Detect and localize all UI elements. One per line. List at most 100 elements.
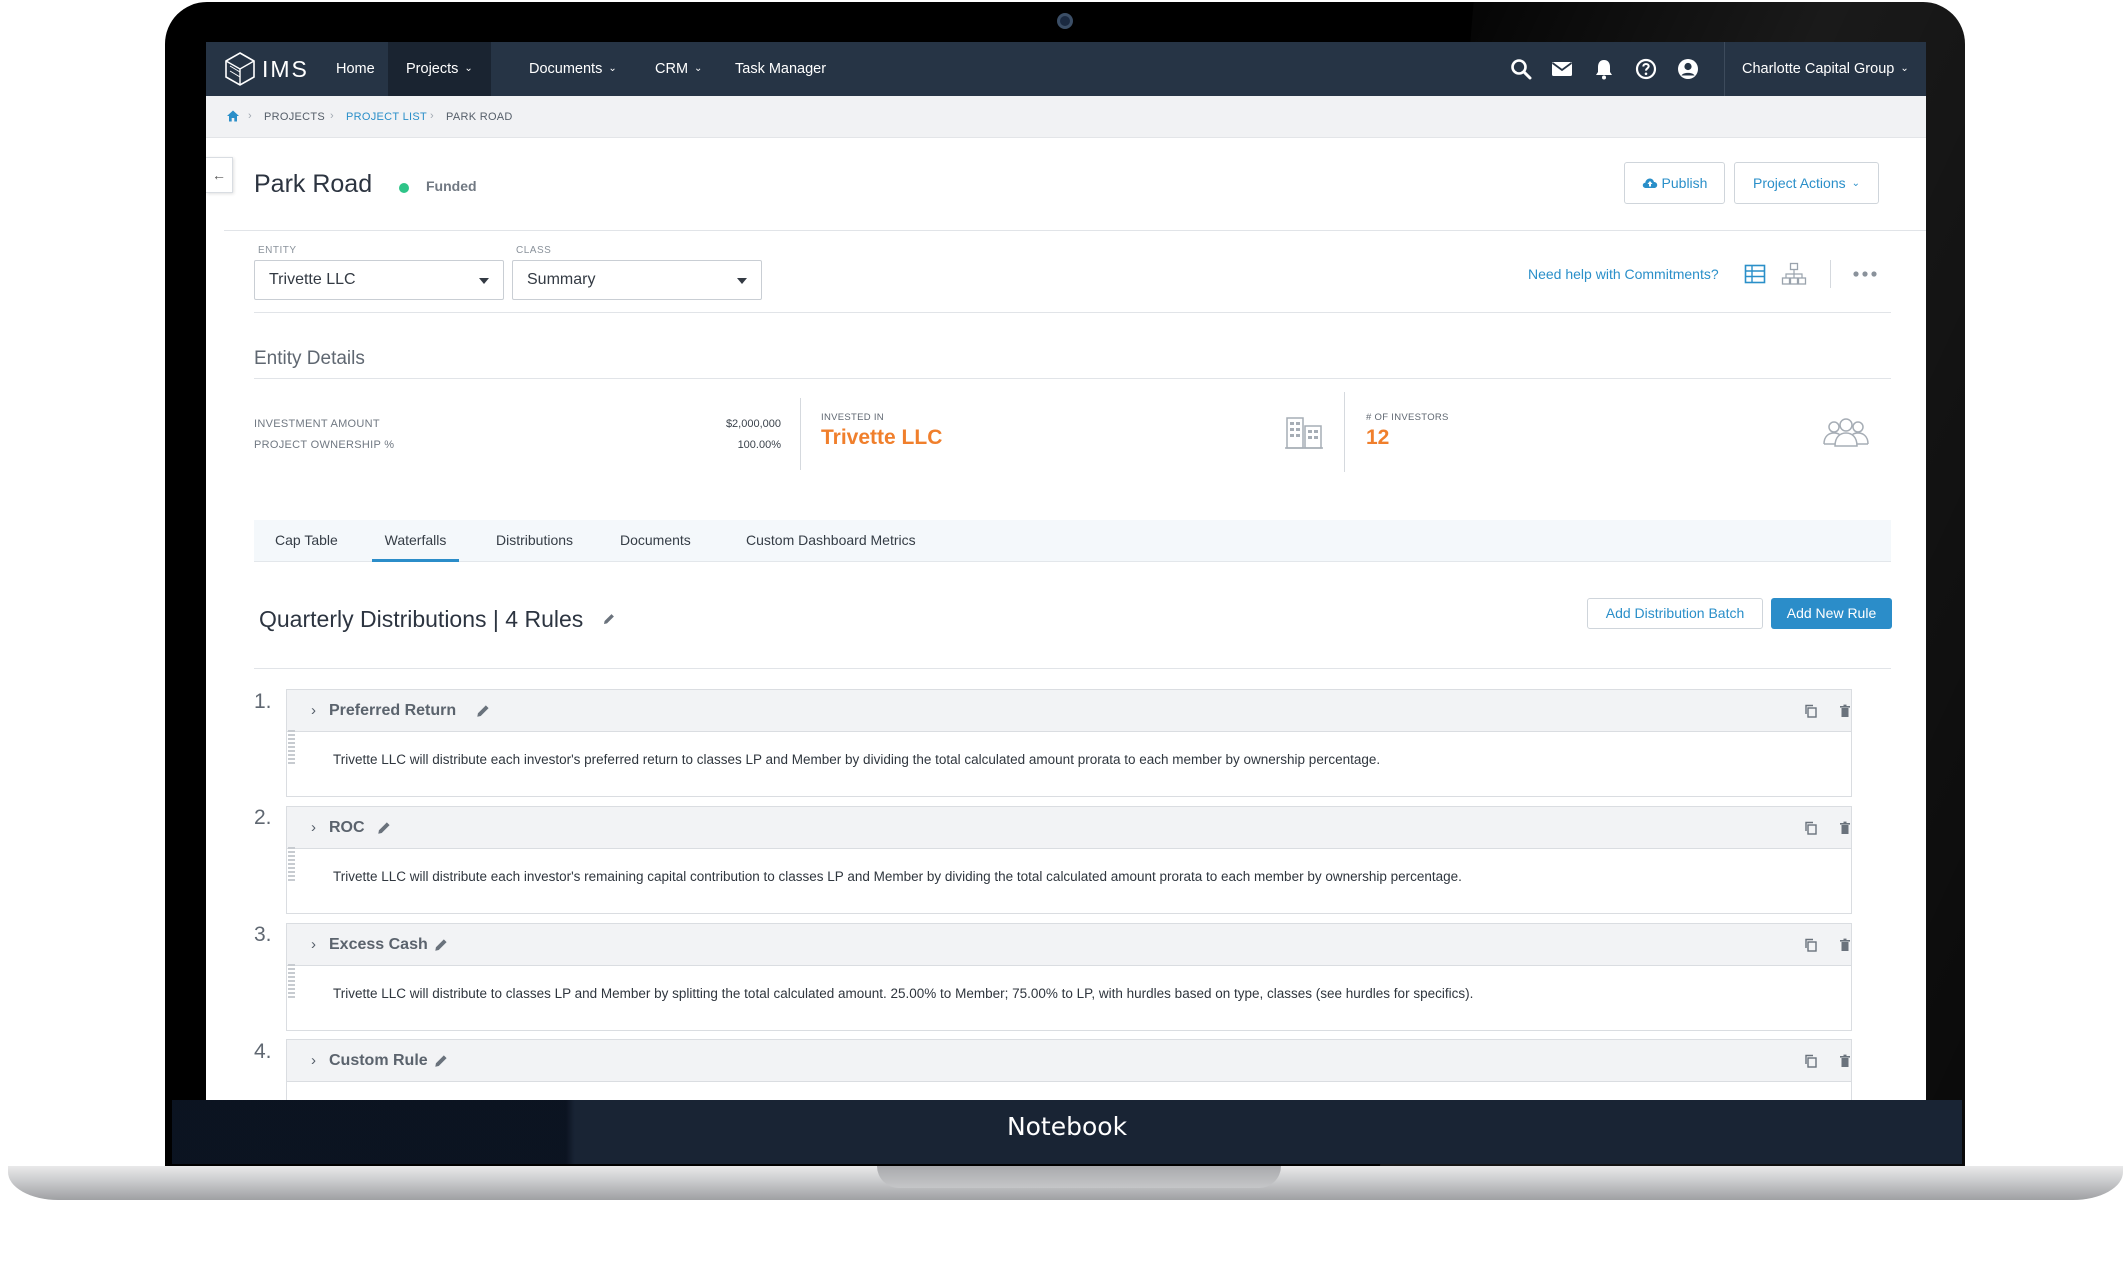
add-distribution-batch-button[interactable]: Add Distribution Batch xyxy=(1587,598,1763,629)
investors-label: # OF INVESTORS xyxy=(1366,412,1449,423)
rule-number: 1. xyxy=(254,690,272,713)
copy-icon[interactable] xyxy=(1803,820,1819,836)
distributions-title: Quarterly Distributions | 4 Rules xyxy=(259,606,616,633)
help-icon[interactable] xyxy=(1634,57,1658,81)
mail-icon[interactable] xyxy=(1550,57,1574,81)
pencil-icon[interactable] xyxy=(433,937,449,953)
page-title: Park Road xyxy=(254,170,373,198)
rule-header[interactable]: › Custom Rule xyxy=(287,1040,1851,1082)
nav-task-manager[interactable]: Task Manager xyxy=(717,42,844,96)
app-logo[interactable]: IMS xyxy=(224,50,314,88)
publish-button[interactable]: Publish xyxy=(1624,162,1725,204)
cube-logo-icon xyxy=(225,52,255,86)
tab-documents[interactable]: Documents xyxy=(620,520,691,562)
rule-header[interactable]: › ROC xyxy=(287,807,1851,849)
breadcrumb-project-list[interactable]: PROJECT LIST xyxy=(346,111,427,123)
tab-distributions[interactable]: Distributions xyxy=(496,520,573,562)
nav-crm-label: CRM xyxy=(655,61,689,77)
rule-name: Preferred Return xyxy=(329,702,457,719)
breadcrumb-projects[interactable]: PROJECTS xyxy=(264,111,325,123)
pencil-icon[interactable] xyxy=(376,820,392,836)
tab-label: Cap Table xyxy=(275,532,338,548)
buildings-icon xyxy=(1285,417,1323,449)
top-navbar: IMS Home Projects ⌄ Documents ⌄ CRM ⌄ Task … xyxy=(206,42,1926,96)
project-tabs: Cap Table Waterfalls Distributions Docum… xyxy=(254,520,1891,562)
drag-handle[interactable] xyxy=(288,847,295,881)
org-chart-icon[interactable] xyxy=(1781,262,1807,286)
nav-home-label: Home xyxy=(336,61,375,77)
rule-name: Custom Rule xyxy=(329,1052,428,1069)
entity-label: ENTITY xyxy=(258,245,297,256)
rule-card-custom-rule: › Custom Rule xyxy=(286,1039,1852,1100)
investors-value[interactable]: 12 xyxy=(1366,426,1389,450)
distributions-divider xyxy=(254,668,1891,669)
tab-label: Distributions xyxy=(496,532,574,548)
rule-description: Trivette LLC will distribute each invest… xyxy=(333,869,1462,884)
trash-icon[interactable] xyxy=(1837,1053,1853,1069)
table-view-icon[interactable] xyxy=(1744,264,1766,284)
entity-select[interactable]: Trivette LLC xyxy=(254,260,504,300)
rule-name: Excess Cash xyxy=(329,936,428,953)
chevron-down-icon: ⌄ xyxy=(1900,63,1909,74)
commitments-help-link[interactable]: Need help with Commitments? xyxy=(1528,266,1719,282)
filters-divider xyxy=(254,312,1891,313)
chevron-right-icon[interactable]: › xyxy=(311,1052,316,1069)
trash-icon[interactable] xyxy=(1837,937,1853,953)
more-options-icon[interactable] xyxy=(1852,270,1878,278)
ownership-label: PROJECT OWNERSHIP % xyxy=(254,439,395,451)
app-screen: IMS Home Projects ⌄ Documents ⌄ CRM ⌄ Task … xyxy=(206,42,1926,1100)
ownership-value: 100.00% xyxy=(737,439,781,451)
header-divider xyxy=(224,230,1926,231)
caret-down-icon xyxy=(479,278,489,284)
tab-cap-table[interactable]: Cap Table xyxy=(275,520,338,562)
nav-task-manager-label: Task Manager xyxy=(735,61,827,77)
add-new-rule-button[interactable]: Add New Rule xyxy=(1771,598,1892,629)
nav-projects[interactable]: Projects ⌄ xyxy=(388,42,491,96)
investment-amount-label: INVESTMENT AMOUNT xyxy=(254,418,380,430)
rule-card-excess-cash: › Excess Cash Trivette LLC will distribu… xyxy=(286,923,1852,1031)
pencil-icon[interactable] xyxy=(602,612,616,626)
drag-handle[interactable] xyxy=(288,730,295,764)
copy-icon[interactable] xyxy=(1803,1053,1819,1069)
chevron-right-icon[interactable]: › xyxy=(311,819,316,836)
back-button[interactable]: ← xyxy=(206,157,233,193)
arrow-left-icon: ← xyxy=(212,167,226,183)
nav-home[interactable]: Home xyxy=(318,42,393,96)
project-actions-button[interactable]: Project Actions ⌄ xyxy=(1734,162,1879,204)
chevron-down-icon: ⌄ xyxy=(464,63,473,74)
pencil-icon[interactable] xyxy=(433,1053,449,1069)
class-value: Summary xyxy=(527,271,596,288)
nav-crm[interactable]: CRM ⌄ xyxy=(637,42,720,96)
copy-icon[interactable] xyxy=(1803,937,1819,953)
copy-icon[interactable] xyxy=(1803,703,1819,719)
breadcrumb-separator: › xyxy=(430,110,434,122)
rule-header[interactable]: › Excess Cash xyxy=(287,924,1851,966)
rule-card-roc: › ROC Trivette LLC will distribute each … xyxy=(286,806,1852,914)
breadcrumb-park-road: PARK ROAD xyxy=(446,111,513,123)
rule-number: 2. xyxy=(254,806,272,829)
user-icon[interactable] xyxy=(1676,57,1700,81)
nav-separator xyxy=(1724,42,1725,96)
chevron-down-icon: ⌄ xyxy=(608,63,617,74)
chevron-right-icon[interactable]: › xyxy=(311,702,316,719)
pencil-icon[interactable] xyxy=(475,703,491,719)
class-label: CLASS xyxy=(516,245,552,256)
investment-amount-value: $2,000,000 xyxy=(725,418,781,430)
chevron-down-icon: ⌄ xyxy=(1851,178,1860,189)
tab-custom-dashboard-metrics[interactable]: Custom Dashboard Metrics xyxy=(746,520,916,562)
nav-documents[interactable]: Documents ⌄ xyxy=(511,42,635,96)
home-icon[interactable] xyxy=(226,109,240,123)
bell-icon[interactable] xyxy=(1592,57,1616,81)
class-select[interactable]: Summary xyxy=(512,260,762,300)
toolbar-separator xyxy=(1830,260,1831,288)
trash-icon[interactable] xyxy=(1837,703,1853,719)
tab-waterfalls[interactable]: Waterfalls xyxy=(372,520,459,562)
invested-in-value[interactable]: Trivette LLC xyxy=(821,426,942,450)
rule-header[interactable]: › Preferred Return xyxy=(287,690,1851,732)
chevron-right-icon[interactable]: › xyxy=(311,936,316,953)
trash-icon[interactable] xyxy=(1837,820,1853,836)
rule-card-preferred-return: › Preferred Return Trivette LLC will dis… xyxy=(286,689,1852,797)
org-switcher[interactable]: Charlotte Capital Group ⌄ xyxy=(1742,42,1909,96)
search-icon[interactable] xyxy=(1509,57,1533,81)
drag-handle[interactable] xyxy=(288,964,295,998)
